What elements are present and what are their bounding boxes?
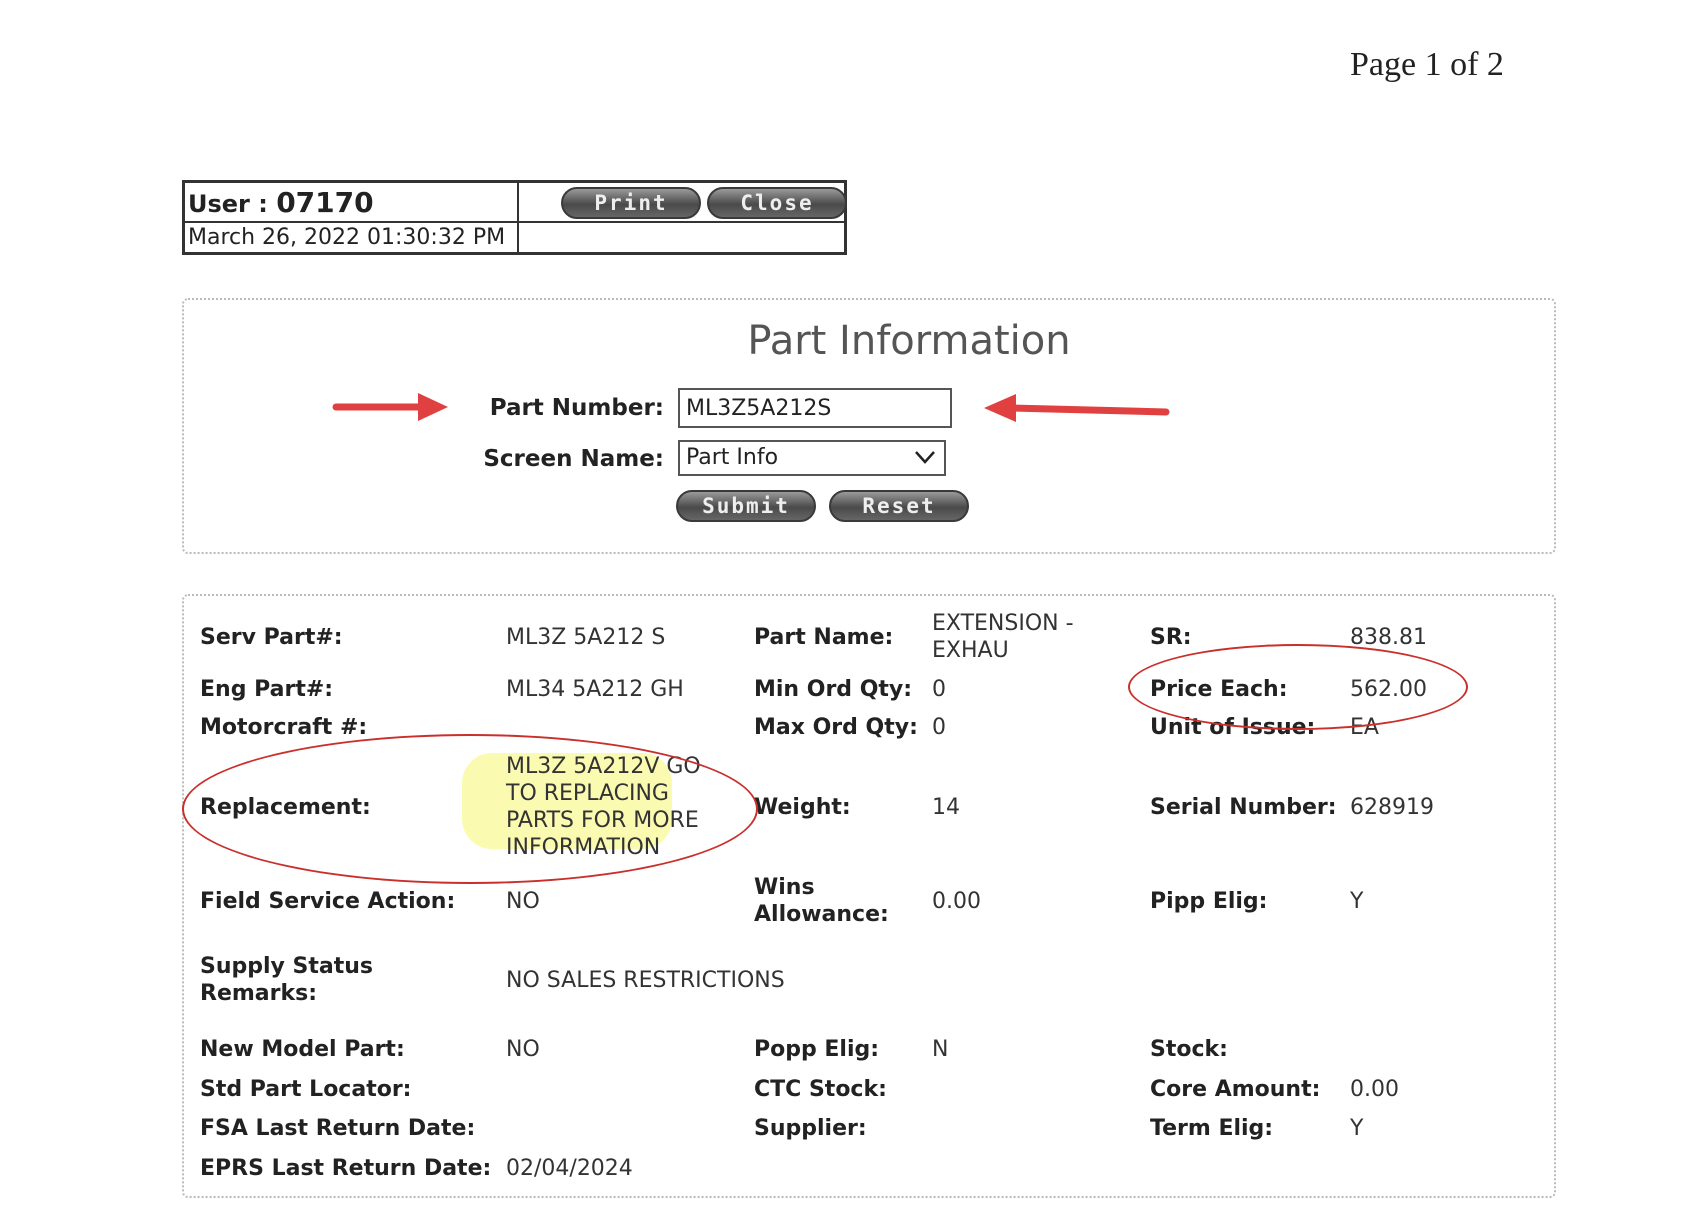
wins-allowance-label-line1: Wins bbox=[754, 875, 815, 900]
part-name-value-line2: EXHAU bbox=[932, 638, 1009, 663]
std-part-locator-label: Std Part Locator: bbox=[200, 1077, 412, 1102]
popp-elig-value: N bbox=[932, 1037, 949, 1062]
min-ord-qty-label: Min Ord Qty: bbox=[754, 677, 913, 702]
close-button[interactable]: Close bbox=[707, 187, 847, 219]
field-service-action-value: NO bbox=[506, 889, 540, 914]
min-ord-qty-value: 0 bbox=[932, 677, 946, 702]
submit-button[interactable]: Submit bbox=[676, 490, 816, 522]
chevron-down-icon bbox=[915, 451, 935, 464]
fsa-last-return-date-label: FSA Last Return Date: bbox=[200, 1116, 476, 1141]
part-number-label: Part Number: bbox=[489, 395, 664, 421]
new-model-part-value: NO bbox=[506, 1037, 540, 1062]
field-service-action-label: Field Service Action: bbox=[200, 889, 456, 914]
eng-part-label: Eng Part#: bbox=[200, 677, 334, 702]
screen-name-value: Part Info bbox=[686, 445, 779, 470]
user-label: User : bbox=[188, 190, 268, 218]
eprs-last-return-date-value: 02/04/2024 bbox=[506, 1156, 633, 1181]
core-amount-label: Core Amount: bbox=[1150, 1077, 1321, 1102]
supplier-label: Supplier: bbox=[754, 1116, 867, 1141]
term-elig-value: Y bbox=[1350, 1116, 1364, 1141]
serial-number-value: 628919 bbox=[1350, 795, 1434, 820]
serv-part-value: ML3Z 5A212 S bbox=[506, 625, 666, 650]
eprs-last-return-date-label: EPRS Last Return Date: bbox=[200, 1156, 492, 1181]
stock-label: Stock: bbox=[1150, 1037, 1228, 1062]
part-name-value-line1: EXTENSION - bbox=[932, 611, 1074, 636]
serial-number-label: Serial Number: bbox=[1150, 795, 1337, 820]
pipp-elig-label: Pipp Elig: bbox=[1150, 889, 1268, 914]
eng-part-value: ML34 5A212 GH bbox=[506, 677, 684, 702]
motorcraft-label: Motorcraft #: bbox=[200, 715, 368, 740]
right-arrow-annotation-icon bbox=[332, 393, 448, 421]
part-number-input[interactable] bbox=[678, 388, 952, 428]
wins-allowance-value: 0.00 bbox=[932, 889, 981, 914]
datetime: March 26, 2022 01:30:32 PM bbox=[188, 225, 506, 250]
weight-value: 14 bbox=[932, 795, 960, 820]
page-number: Page 1 of 2 bbox=[1350, 46, 1504, 83]
user-id: 07170 bbox=[276, 186, 374, 219]
price-annotation-ellipse bbox=[1128, 644, 1468, 730]
serv-part-label: Serv Part#: bbox=[200, 625, 343, 650]
popp-elig-label: Popp Elig: bbox=[754, 1037, 880, 1062]
weight-label: Weight: bbox=[754, 795, 851, 820]
max-ord-qty-label: Max Ord Qty: bbox=[754, 715, 918, 740]
reset-button[interactable]: Reset bbox=[829, 490, 969, 522]
replacement-annotation-ellipse bbox=[182, 734, 758, 884]
user-header-box: User : 07170 Print Close March 26, 2022 … bbox=[182, 180, 847, 255]
left-arrow-annotation-icon bbox=[984, 394, 1170, 422]
ctc-stock-label: CTC Stock: bbox=[754, 1077, 887, 1102]
user-cell: User : 07170 bbox=[185, 183, 519, 223]
screen-name-label: Screen Name: bbox=[483, 446, 664, 472]
supply-status-remarks-label-line2: Remarks: bbox=[200, 981, 318, 1006]
pipp-elig-value: Y bbox=[1350, 889, 1364, 914]
screen-name-select[interactable]: Part Info bbox=[678, 440, 946, 476]
supply-status-remarks-label-line1: Supply Status bbox=[200, 954, 374, 979]
core-amount-value: 0.00 bbox=[1350, 1077, 1399, 1102]
supply-status-remarks-value: NO SALES RESTRICTIONS bbox=[506, 968, 785, 993]
wins-allowance-label-line2: Allowance: bbox=[754, 902, 889, 927]
new-model-part-label: New Model Part: bbox=[200, 1037, 405, 1062]
part-name-label: Part Name: bbox=[754, 625, 894, 650]
part-details-panel: Serv Part#: ML3Z 5A212 S Part Name: EXTE… bbox=[182, 594, 1556, 1198]
print-button[interactable]: Print bbox=[561, 187, 701, 219]
button-cell: Print Close bbox=[519, 183, 847, 223]
panel-title: Part Information bbox=[747, 318, 1071, 364]
sr-label: SR: bbox=[1150, 625, 1192, 650]
max-ord-qty-value: 0 bbox=[932, 715, 946, 740]
term-elig-label: Term Elig: bbox=[1150, 1116, 1274, 1141]
part-information-panel: Part Information Part Number: Screen Nam… bbox=[182, 298, 1556, 554]
datetime-cell: March 26, 2022 01:30:32 PM bbox=[185, 223, 519, 252]
